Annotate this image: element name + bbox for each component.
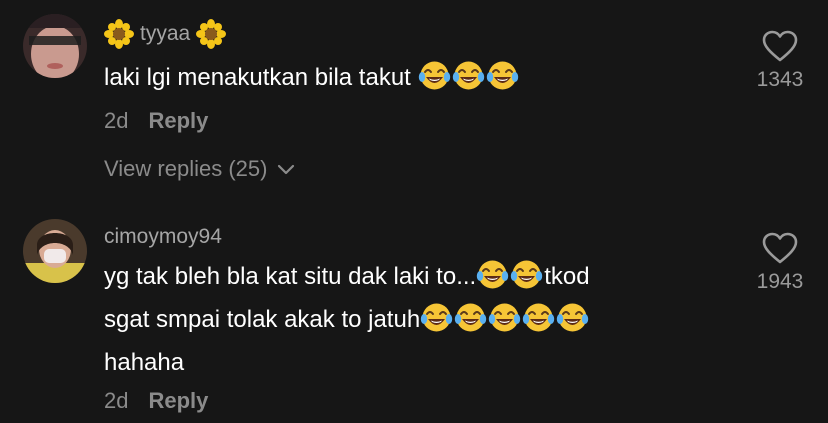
tears-of-joy-emoji-icon	[420, 301, 453, 334]
avatar-image	[23, 14, 87, 78]
view-replies-label: View replies (25)	[104, 156, 268, 181]
avatar[interactable]	[23, 219, 87, 283]
comment-username[interactable]: tyyaa	[104, 19, 227, 49]
tears-of-joy-emoji-icon	[452, 59, 485, 92]
comment-text: laki lgi menakutkan bila takut	[104, 56, 724, 99]
reply-button[interactable]: Reply	[148, 108, 208, 134]
heart-outline-icon	[762, 30, 798, 62]
comment-time: 2d	[104, 108, 129, 133]
comment-text-line: laki lgi menakutkan bila takut	[104, 64, 411, 91]
like-count: 1343	[756, 68, 804, 91]
comment-text-line: tkod	[544, 263, 590, 290]
username-text: tyyaa	[140, 22, 191, 45]
username-text: cimoymoy94	[104, 225, 222, 248]
comment-item: tyyaa laki lgi menakutkan bila takut 2d …	[0, 0, 828, 200]
comment-meta: 2d Reply	[104, 108, 208, 134]
tears-of-joy-emoji-icon	[486, 59, 519, 92]
sunflower-icon	[104, 19, 134, 49]
comment-text-line: hahaha	[104, 349, 185, 376]
sunflower-icon	[196, 19, 227, 49]
comment-text: yg tak bleh bla kat situ dak laki to... t…	[104, 255, 724, 384]
like-button[interactable]: 1343	[745, 30, 815, 92]
comment-text-line: yg tak bleh bla kat situ dak laki to...	[104, 263, 477, 290]
heart-outline-icon	[762, 232, 798, 264]
chevron-down-icon	[275, 158, 297, 180]
comment-text-line: sgat smpai tolak akak to jatuh	[104, 306, 421, 333]
comment-item: cimoymoy94 yg tak bleh bla kat situ dak …	[0, 205, 828, 423]
tears-of-joy-emoji-icon	[488, 301, 521, 334]
tears-of-joy-emoji-icon	[418, 59, 451, 92]
avatar[interactable]	[23, 14, 87, 78]
like-button[interactable]: 1943	[745, 232, 815, 294]
comment-time: 2d	[104, 388, 129, 413]
view-replies-button[interactable]: View replies (25)	[104, 156, 297, 182]
tears-of-joy-emoji-icon	[510, 258, 543, 291]
comment-username[interactable]: cimoymoy94	[104, 225, 222, 249]
comment-meta: 2d Reply	[104, 388, 208, 414]
reply-button[interactable]: Reply	[148, 388, 208, 414]
like-count: 1943	[756, 270, 804, 293]
tears-of-joy-emoji-icon	[476, 258, 509, 291]
tears-of-joy-emoji-icon	[522, 301, 555, 334]
tears-of-joy-emoji-icon	[556, 301, 589, 334]
tears-of-joy-emoji-icon	[454, 301, 487, 334]
avatar-image	[23, 219, 87, 283]
